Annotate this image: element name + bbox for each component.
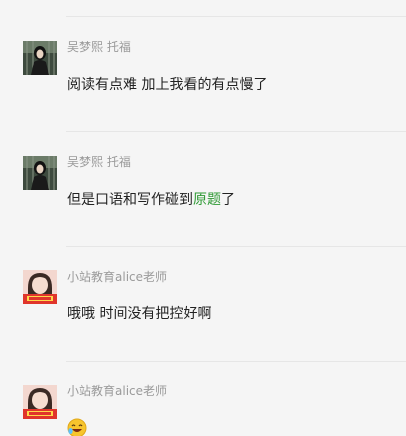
woman-dark-photo-avatar[interactable] bbox=[23, 156, 57, 190]
sender-name[interactable]: 小站教育alice老师 bbox=[67, 270, 167, 284]
message-text: 哦哦 时间没有把控好啊 bbox=[67, 306, 212, 322]
message-text: 但是口语和写作碰到原题了 bbox=[67, 192, 235, 208]
teacher-red-photo-avatar[interactable] bbox=[23, 270, 57, 304]
keyword-link[interactable]: 原题 bbox=[193, 192, 221, 208]
sender-name[interactable]: 小站教育alice老师 bbox=[67, 384, 167, 398]
message-text: 阅读有点难 加上我看的有点慢了 bbox=[67, 77, 268, 93]
sender-name[interactable]: 吴梦熙 托福 bbox=[67, 155, 131, 169]
woman-dark-photo-avatar[interactable] bbox=[23, 41, 57, 75]
message-divider bbox=[66, 361, 406, 362]
chat-history: 吴梦熙 托福 阅读有点难 加上我看的有点慢了 吴梦熙 托福 但是口语和写作碰到原… bbox=[0, 0, 406, 436]
message-text-part: 了 bbox=[221, 192, 235, 208]
message-divider bbox=[66, 16, 406, 17]
message-divider bbox=[66, 246, 406, 247]
message-divider bbox=[66, 131, 406, 132]
teacher-red-photo-avatar[interactable] bbox=[23, 385, 57, 419]
smiley-emoji-icon bbox=[67, 418, 87, 436]
message-text-part: 但是口语和写作碰到 bbox=[67, 192, 193, 208]
sender-name[interactable]: 吴梦熙 托福 bbox=[67, 40, 131, 54]
